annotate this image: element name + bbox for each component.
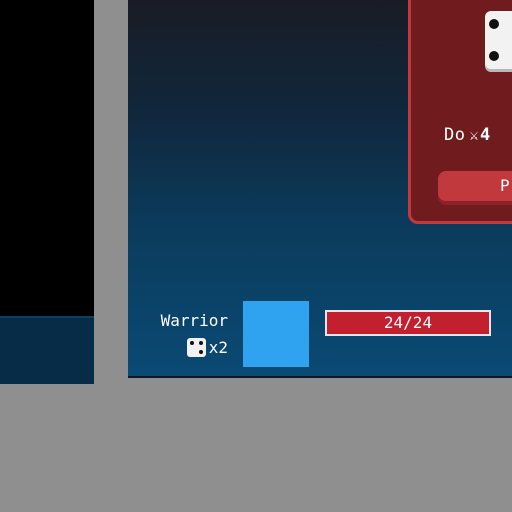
player-dice-count: x2 — [186, 338, 228, 357]
card-die-icon[interactable] — [485, 11, 512, 69]
player-portrait[interactable] — [243, 301, 309, 367]
dice-count-label: x2 — [208, 338, 228, 357]
die-pip — [198, 341, 203, 345]
die-pip — [189, 341, 194, 345]
sword-icon: ⚔ — [469, 126, 480, 144]
game-screen: Do ⚔4 P Warrior x2 24/24 — [0, 0, 512, 512]
left-panel-footer — [0, 316, 94, 384]
card-action-text: Do ⚔4 — [444, 125, 491, 145]
action-card[interactable]: Do ⚔4 P — [408, 0, 512, 224]
card-play-button[interactable]: P — [438, 171, 512, 201]
player-name: Warrior — [160, 311, 228, 330]
health-bar: 24/24 — [325, 310, 491, 336]
die-pip — [489, 19, 499, 29]
card-damage-value: 4 — [480, 125, 491, 145]
card-action-prefix: Do — [444, 125, 466, 145]
die-icon — [186, 338, 206, 357]
die-pip — [489, 51, 499, 61]
die-pip — [198, 350, 203, 354]
